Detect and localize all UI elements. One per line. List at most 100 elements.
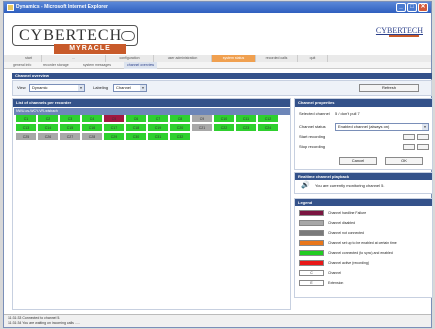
legend-swatch [299, 250, 324, 256]
channel-cell[interactable]: C29 [104, 133, 125, 141]
channel-cell[interactable]: C27 [60, 133, 81, 141]
subnav-recorder-storage[interactable]: recorder storage [40, 62, 72, 69]
browser-window: Dynamics - Microsoft Internet Explorer _… [3, 1, 433, 328]
minimize-button[interactable]: _ [396, 3, 406, 12]
subnav-channel-overview[interactable]: channel overview [124, 62, 158, 69]
sub-nav: general info recorder storage system mes… [4, 62, 431, 69]
subnav-system-messages[interactable]: system messages [80, 62, 114, 69]
legend-panel: Legend Channel hardline Failure Channel d… [294, 198, 433, 298]
channel-cell[interactable]: C18 [126, 124, 147, 132]
channel-cell[interactable]: C10 [214, 115, 235, 123]
realtime-playback-panel: Realtime channel playback 🔊 You are curr… [294, 172, 433, 194]
selected-channel-label: Selected channel [299, 111, 330, 116]
chevron-down-icon: ▼ [78, 85, 84, 91]
log-line: 11:31:34 You are waiting on incoming cal… [8, 321, 80, 325]
legend-label: Channel disabled [328, 221, 356, 225]
channel-cell[interactable]: C8 [170, 115, 191, 123]
channel-cell[interactable]: C31 [148, 133, 169, 141]
ok-button[interactable]: OK [385, 157, 423, 165]
channel-cell[interactable]: C17 [104, 124, 125, 132]
nav-tab-system-status[interactable]: system status [212, 55, 256, 62]
channel-cell[interactable]: C4 [82, 115, 103, 123]
channel-cell[interactable]: C16 [82, 124, 103, 132]
channel-cell[interactable]: C30 [126, 133, 147, 141]
legend-swatch: C [299, 270, 324, 276]
legend-swatch [299, 230, 324, 236]
legend-header: Legend [295, 199, 432, 206]
channels-panel: List of channels per recorder NWU-cs-WCY… [12, 98, 291, 310]
properties-header: Channel properties [295, 99, 432, 107]
nav-tab-user-administration[interactable]: user administration [154, 55, 212, 62]
channel-cell[interactable]: C26 [38, 133, 59, 141]
view-select[interactable]: Dynamic ▼ [29, 84, 85, 92]
nav-tab-recorded-calls[interactable]: recorded calls [256, 55, 298, 62]
channel-cell[interactable]: C14 [38, 124, 59, 132]
legend-swatch [299, 220, 324, 226]
overview-header: Channel overview [12, 73, 432, 79]
legend-label: Channel set up to be enabled at certain … [328, 241, 397, 245]
channel-cell[interactable]: C22 [214, 124, 235, 132]
channel-cell[interactable]: C2 [38, 115, 59, 123]
channel-properties-panel: Channel properties Selected channel 5 / … [294, 98, 433, 170]
labeling-label: Labeling [93, 85, 109, 90]
start-recording-label: Start recording [299, 134, 326, 139]
labeling-select[interactable]: Channel ▼ [113, 84, 147, 92]
legend-label: Channel hardline Failure [328, 211, 367, 215]
cancel-button[interactable]: Cancel [339, 157, 377, 165]
overview-toolbar: View Dynamic ▼ Labeling Channel ▼ Refresh [12, 80, 432, 96]
nav-tab-quit[interactable]: quit [298, 55, 328, 62]
logo-frame: CYBERTECH [12, 25, 138, 46]
legend-swatch [299, 240, 324, 246]
nav-tab-start[interactable]: start [16, 55, 42, 62]
maximize-button[interactable]: □ [407, 3, 417, 12]
start-recording-button-2[interactable] [417, 134, 429, 140]
stop-recording-label: Stop recording [299, 144, 326, 149]
logo-main-text: CYBERTECH [19, 27, 123, 44]
close-button[interactable]: ✕ [418, 3, 428, 12]
channel-cell[interactable]: C5 [104, 115, 125, 123]
channel-cell[interactable]: C15 [60, 124, 81, 132]
chevron-down-icon: ▼ [140, 85, 146, 91]
channel-cell[interactable]: C7 [148, 115, 169, 123]
channel-cell[interactable]: C11 [236, 115, 257, 123]
status-log: 11:31:33 Connected to channel 5. 11:31:3… [4, 314, 431, 327]
channel-cell[interactable]: C9 [192, 115, 213, 123]
chevron-down-icon: ▼ [422, 124, 428, 130]
browser-icon [7, 4, 14, 11]
channel-status-select[interactable]: Enabled channel (always on) ▼ [335, 123, 429, 131]
channel-cell[interactable]: C21 [192, 124, 213, 132]
main-nav: start ... configuration user administrat… [4, 55, 431, 62]
selected-channel-value: 5 / don't pull 7 [335, 111, 360, 116]
speaker-icon[interactable]: 🔊 [301, 182, 310, 190]
brand-logo-right[interactable]: CYBERTECH [376, 26, 423, 35]
stop-recording-button[interactable] [403, 144, 415, 150]
channel-cell[interactable]: C32 [170, 133, 191, 141]
channel-cell[interactable]: C12 [258, 115, 279, 123]
playback-message: You are currently monitoring channel 5. [315, 183, 385, 188]
channel-cell[interactable]: C23 [236, 124, 257, 132]
nav-tab-unknown[interactable]: ... [42, 55, 106, 62]
channel-cell[interactable]: C20 [170, 124, 191, 132]
legend-label: Channel [328, 271, 342, 275]
legend-label: Extension [328, 281, 344, 285]
nav-tab-configuration[interactable]: configuration [106, 55, 154, 62]
channel-status-label: Channel status [299, 124, 326, 129]
subnav-general-info[interactable]: general info [10, 62, 34, 69]
channel-cell[interactable]: C25 [16, 133, 37, 141]
legend-label: Channel active (recording) [328, 261, 370, 265]
channel-cell[interactable]: C1 [16, 115, 37, 123]
start-recording-button[interactable] [403, 134, 415, 140]
channel-cell[interactable]: C24 [258, 124, 279, 132]
window-titlebar: Dynamics - Microsoft Internet Explorer _… [4, 2, 431, 13]
channel-cell[interactable]: C28 [82, 133, 103, 141]
channel-cell[interactable]: C6 [126, 115, 147, 123]
stop-recording-button-2[interactable] [417, 144, 429, 150]
legend-swatch: E [299, 280, 324, 286]
channel-cell[interactable]: C3 [60, 115, 81, 123]
channel-cell[interactable]: C19 [148, 124, 169, 132]
refresh-button[interactable]: Refresh [359, 84, 419, 92]
recorder-name: NWU-cs-WCY-VR-wisbach [14, 108, 290, 115]
legend-swatch [299, 260, 324, 266]
channel-cell[interactable]: C13 [16, 124, 37, 132]
legend-label: Channel not connected [328, 231, 364, 235]
